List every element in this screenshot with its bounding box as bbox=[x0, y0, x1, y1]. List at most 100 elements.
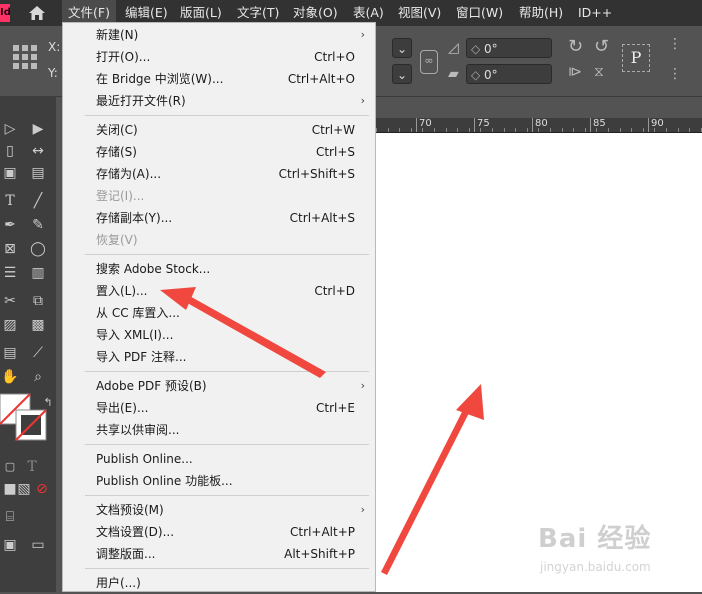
ruler-minor-tick bbox=[376, 128, 377, 132]
baidu-watermark: Bai 经验 bbox=[538, 524, 652, 554]
menu-idpp[interactable]: ID++ bbox=[572, 0, 618, 26]
select-container-icon[interactable]: ⋮ bbox=[668, 36, 682, 52]
file-menu-item[interactable]: 置入(L)... Ctrl+D bbox=[63, 280, 375, 302]
file-menu-item[interactable]: 用户(...) bbox=[63, 572, 375, 594]
formatting-text-icon[interactable]: T bbox=[22, 458, 42, 476]
file-menu-item[interactable]: 存储为(A)... Ctrl+Shift+S bbox=[63, 163, 375, 185]
menu-item-shortcut: Ctrl+S bbox=[315, 145, 355, 159]
file-menu-item[interactable]: 搜索 Adobe Stock... bbox=[63, 258, 375, 280]
rotate-angle-icon: ◿ bbox=[448, 40, 459, 56]
rectangle-frame-tool-icon[interactable]: ⊠ bbox=[0, 240, 20, 258]
zoom-tool-icon[interactable]: ⌕ bbox=[28, 368, 48, 386]
ruler-minor-tick bbox=[515, 128, 517, 132]
formatting-container-icon[interactable]: ▢ bbox=[0, 458, 20, 476]
select-content-icon[interactable]: ⋮ bbox=[668, 66, 682, 82]
ruler-minor-tick bbox=[526, 128, 528, 132]
free-transform-tool-icon[interactable]: ⧉ bbox=[28, 292, 48, 310]
file-menu-item[interactable]: 关闭(C) Ctrl+W bbox=[63, 119, 375, 141]
rotate-ccw-icon[interactable]: ↺ bbox=[594, 36, 609, 57]
file-menu-item: 登记(I)... bbox=[63, 185, 375, 207]
menu-item-label: 恢复(V) bbox=[96, 233, 138, 247]
file-menu-item[interactable]: 打开(O)... Ctrl+O bbox=[63, 46, 375, 68]
flip-horizontal-icon[interactable]: ⧐ bbox=[568, 64, 582, 80]
content-collector-icon[interactable]: ▣ bbox=[0, 164, 20, 182]
file-menu-item[interactable]: Adobe PDF 预设(B) › bbox=[63, 375, 375, 397]
ruler-minor-tick bbox=[410, 128, 412, 132]
tools-panel: ▷ ▶ ▯ ↔ ▣ ▤ T ╱ ✒ ✎ ⊠ ◯ ☰ ▥ ✂ ⧉ ▨ ▩ ▤ ⟋ … bbox=[0, 96, 56, 592]
width-unit-dropdown[interactable]: ⌄ bbox=[392, 38, 412, 58]
menu-item-shortcut: Ctrl+E bbox=[316, 401, 355, 415]
ellipse-tool-icon[interactable]: ◯ bbox=[28, 240, 48, 258]
menu-help[interactable]: 帮助(H) bbox=[513, 0, 569, 26]
menu-view[interactable]: 视图(V) bbox=[392, 0, 447, 26]
file-menu-item[interactable]: 最近打开文件(R) › bbox=[63, 90, 375, 112]
ruler-minor-tick bbox=[573, 128, 575, 132]
file-menu-item[interactable]: 从 CC 库置入... bbox=[63, 302, 375, 324]
note-tool-icon[interactable]: ▤ bbox=[0, 344, 20, 362]
ruler-tick-label: 85 bbox=[590, 118, 606, 132]
file-menu-item[interactable]: 在 Bridge 中浏览(W)... Ctrl+Alt+O bbox=[63, 68, 375, 90]
scissors-tool-icon[interactable]: ✂ bbox=[0, 292, 20, 310]
horizontal-ruler[interactable]: 70 75 80 85 90 bbox=[376, 118, 702, 133]
view-mode-normal-icon[interactable]: ▣ bbox=[0, 536, 20, 554]
shear-stepper-icon[interactable]: ◇ bbox=[471, 68, 484, 82]
ruler-minor-tick bbox=[677, 128, 679, 132]
submenu-arrow-icon: › bbox=[360, 94, 365, 107]
menu-item-label: 导出(E)... bbox=[96, 401, 149, 415]
flip-vertical-icon[interactable]: ⧖ bbox=[594, 64, 604, 80]
rotate-cw-icon[interactable]: ↻ bbox=[568, 36, 583, 57]
menu-window[interactable]: 窗口(W) bbox=[450, 0, 509, 26]
ruler-minor-tick bbox=[503, 128, 505, 132]
content-placer-icon[interactable]: ▤ bbox=[28, 164, 48, 182]
file-menu-item[interactable]: 共享以供审阅... bbox=[63, 419, 375, 441]
file-menu-item[interactable]: 存储副本(Y)... Ctrl+Alt+S bbox=[63, 207, 375, 229]
constrain-proportions-icon[interactable]: ∞ bbox=[420, 50, 438, 74]
file-menu-item[interactable]: 导出(E)... Ctrl+E bbox=[63, 397, 375, 419]
shear-angle-field[interactable]: ◇ 0° bbox=[466, 64, 552, 84]
page-tool-icon[interactable]: ▯ bbox=[0, 142, 20, 160]
ruler-minor-tick bbox=[422, 128, 424, 132]
menu-item-label: 关闭(C) bbox=[96, 123, 138, 137]
selection-tool-icon[interactable]: ▷ bbox=[0, 120, 20, 138]
view-mode-preview-icon[interactable]: ▭ bbox=[28, 536, 48, 554]
pencil-tool-icon[interactable]: ✎ bbox=[28, 216, 48, 234]
direct-selection-tool-icon[interactable]: ▶ bbox=[28, 120, 48, 138]
menu-separator bbox=[85, 568, 369, 569]
direction-p-icon[interactable]: P bbox=[622, 44, 650, 72]
file-menu-item[interactable]: 导入 PDF 注释... bbox=[63, 346, 375, 368]
home-icon[interactable] bbox=[28, 4, 46, 22]
swap-fill-stroke-icon[interactable]: ↰ bbox=[38, 394, 58, 412]
ruler-minor-tick bbox=[480, 128, 482, 132]
reference-point-icon[interactable] bbox=[12, 44, 38, 70]
grid-tool-icon[interactable]: ▥ bbox=[28, 264, 48, 282]
type-tool-icon[interactable]: T bbox=[0, 192, 20, 210]
file-menu-item[interactable]: 文档预设(M) › bbox=[63, 499, 375, 521]
ruler-minor-tick bbox=[584, 128, 586, 132]
file-menu-item[interactable]: 存储(S) Ctrl+S bbox=[63, 141, 375, 163]
file-menu-item[interactable]: 新建(N) › bbox=[63, 24, 375, 46]
ruler-minor-tick bbox=[642, 128, 644, 132]
file-menu-item[interactable]: Publish Online 功能板... bbox=[63, 470, 375, 492]
file-menu-dropdown: 新建(N) › 打开(O)... Ctrl+O 在 Bridge 中浏览(W)... Ct… bbox=[62, 22, 376, 592]
menu-item-label: 存储为(A)... bbox=[96, 167, 162, 181]
line-tool-icon[interactable]: ╱ bbox=[28, 192, 48, 210]
menu-item-shortcut: Ctrl+W bbox=[311, 123, 355, 137]
file-menu-item[interactable]: 调整版面... Alt+Shift+P bbox=[63, 543, 375, 565]
rotation-angle-field[interactable]: ◇ 0° bbox=[466, 38, 552, 58]
rotation-stepper-icon[interactable]: ◇ bbox=[471, 42, 484, 56]
file-menu-item[interactable]: 导入 XML(I)... bbox=[63, 324, 375, 346]
gap-tool-icon[interactable]: ↔ bbox=[28, 142, 48, 160]
apply-none-icon[interactable]: ⊘ bbox=[32, 480, 52, 498]
apply-gradient-icon[interactable]: ▧ bbox=[14, 480, 34, 498]
file-menu-item[interactable]: 文档设置(D)... Ctrl+Alt+P bbox=[63, 521, 375, 543]
pen-tool-icon[interactable]: ✒ bbox=[0, 216, 20, 234]
height-unit-dropdown[interactable]: ⌄ bbox=[392, 64, 412, 84]
menu-item-label: 存储(S) bbox=[96, 145, 137, 159]
table-tool-icon[interactable]: ☰ bbox=[0, 264, 20, 282]
screen-mode-icon[interactable]: ⌸ bbox=[0, 508, 20, 526]
gradient-feather-tool-icon[interactable]: ▩ bbox=[28, 316, 48, 334]
gradient-swatch-tool-icon[interactable]: ▨ bbox=[0, 316, 20, 334]
hand-tool-icon[interactable]: ✋ bbox=[0, 368, 20, 386]
file-menu-item[interactable]: Publish Online... bbox=[63, 448, 375, 470]
eyedropper-tool-icon[interactable]: ⟋ bbox=[28, 344, 48, 362]
